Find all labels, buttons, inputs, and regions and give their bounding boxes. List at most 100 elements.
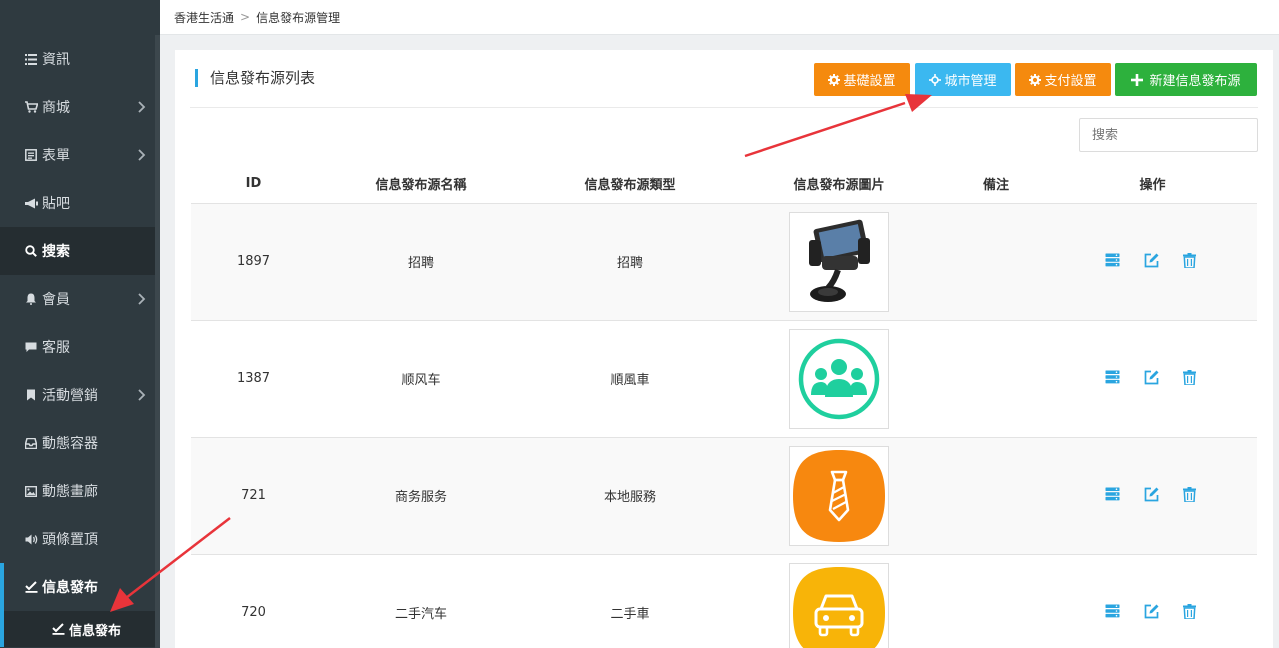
cell-note: [944, 320, 1048, 438]
sidebar-item-member[interactable]: 會員: [0, 275, 160, 323]
edit-icon[interactable]: [1144, 604, 1161, 621]
column-header-note: 備注: [944, 165, 1048, 204]
sidebar-item-search[interactable]: 搜索: [0, 227, 160, 275]
city-management-button[interactable]: 城市管理: [915, 63, 1011, 96]
sidebar-item-marketing[interactable]: 活動營銷: [0, 371, 160, 419]
basic-settings-label: 基礎設置: [843, 74, 896, 89]
cell-id: 1897: [191, 203, 316, 321]
cart-icon: [24, 100, 38, 114]
phone-holder-image[interactable]: [789, 211, 889, 312]
table-row: 720 二手汽车 二手車: [191, 554, 1257, 648]
sidebar-item-label: 搜索: [42, 244, 70, 260]
cell-note: [944, 554, 1048, 648]
cell-type: 二手車: [526, 554, 734, 648]
cell-id: 720: [191, 554, 316, 648]
chevron-right-icon: [138, 389, 148, 401]
crosshair-icon: [929, 73, 942, 86]
breadcrumb-separator: >: [240, 10, 251, 24]
column-header-name[interactable]: 信息發布源名稱: [316, 165, 526, 204]
server-icon[interactable]: [1105, 370, 1122, 387]
sidebar-item-label: 商城: [42, 100, 70, 116]
sidebar-item-label: 會員: [42, 292, 70, 308]
cell-note: [944, 437, 1048, 555]
sidebar-top: [0, 0, 160, 35]
cell-id: 721: [191, 437, 316, 555]
breadcrumb: 香港生活通 > 信息發布源管理: [160, 0, 1279, 35]
group-people-icon[interactable]: [789, 328, 889, 429]
chat-icon: [24, 340, 38, 354]
trash-icon[interactable]: [1183, 370, 1200, 387]
page-title: 信息發布源列表: [195, 69, 315, 87]
table-row: 721 商务服务 本地服務: [191, 437, 1257, 555]
plus-icon: [1131, 73, 1144, 86]
edit-icon[interactable]: [1144, 487, 1161, 504]
trash-icon[interactable]: [1183, 487, 1200, 504]
cell-type: 招聘: [526, 203, 734, 321]
sidebar-item-label: 動態容器: [42, 436, 98, 452]
basic-settings-button[interactable]: 基礎設置: [814, 63, 910, 96]
server-icon[interactable]: [1105, 604, 1122, 621]
sidebar-item-label: 活動營銷: [42, 388, 98, 404]
sidebar-item-service[interactable]: 客服: [0, 323, 160, 371]
sidebar-item-mall[interactable]: 商城: [0, 83, 160, 131]
server-icon[interactable]: [1105, 487, 1122, 504]
trash-icon[interactable]: [1183, 604, 1200, 621]
gear-icon: [1029, 73, 1042, 86]
panel-header: 信息發布源列表 基礎設置 城市管理 支付設置 新建信息發布源: [190, 50, 1258, 108]
sidebar-item-headline[interactable]: 頭條置頂: [0, 515, 160, 563]
sidebar-subitem-label: 信息發布: [69, 623, 122, 639]
cell-name: 商务服务: [316, 437, 526, 555]
edit-check-icon: [24, 580, 38, 594]
chevron-right-icon: [138, 101, 148, 113]
tie-icon[interactable]: [789, 445, 889, 546]
cell-name: 招聘: [316, 203, 526, 321]
payment-settings-button[interactable]: 支付設置: [1015, 63, 1111, 96]
cell-actions: [1048, 554, 1257, 648]
cell-actions: [1048, 320, 1257, 438]
cell-type: 順風車: [526, 320, 734, 438]
sidebar-item-label: 貼吧: [42, 196, 70, 212]
sidebar-item-gallery[interactable]: 動態畫廊: [0, 467, 160, 515]
sidebar-item-label: 頭條置頂: [42, 532, 98, 548]
sidebar-item-publish[interactable]: 信息發布: [0, 563, 160, 611]
sidebar: 資訊 商城 表單 貼吧 搜索 會員 客服 活動營銷 動態容器 動態畫廊 頭條置頂…: [0, 0, 160, 648]
column-header-actions: 操作: [1048, 165, 1257, 204]
sidebar-subitem-publish[interactable]: 信息發布: [0, 611, 160, 647]
cell-image: [734, 203, 944, 321]
edit-icon[interactable]: [1144, 370, 1161, 387]
chevron-right-icon: [138, 149, 148, 161]
cell-actions: [1048, 437, 1257, 555]
sidebar-item-label: 表單: [42, 148, 70, 164]
sidebar-item-forum[interactable]: 貼吧: [0, 179, 160, 227]
cell-actions: [1048, 203, 1257, 321]
sidebar-item-label: 客服: [42, 340, 70, 356]
bookmark-icon: [24, 388, 38, 402]
car-icon[interactable]: [789, 562, 889, 648]
sidebar-item-form[interactable]: 表單: [0, 131, 160, 179]
cell-note: [944, 203, 1048, 321]
breadcrumb-current: 信息發布源管理: [256, 10, 341, 25]
column-header-type[interactable]: 信息發布源類型: [526, 165, 734, 204]
edit-icon[interactable]: [1144, 253, 1161, 270]
gear-icon: [828, 73, 841, 86]
list-icon: [24, 52, 38, 66]
sidebar-item-news[interactable]: 資訊: [0, 35, 160, 83]
trash-icon[interactable]: [1183, 253, 1200, 270]
server-icon[interactable]: [1105, 253, 1122, 270]
search-input[interactable]: [1079, 118, 1258, 152]
source-table: ID 信息發布源名稱 信息發布源類型 信息發布源圖片 備注 操作 1897 招聘…: [191, 165, 1257, 648]
main-panel: 信息發布源列表 基礎設置 城市管理 支付設置 新建信息發布源 ID 信息發布源名…: [175, 50, 1273, 648]
column-header-id[interactable]: ID: [191, 165, 316, 204]
new-source-button[interactable]: 新建信息發布源: [1115, 63, 1257, 96]
sidebar-item-container[interactable]: 動態容器: [0, 419, 160, 467]
table-header-row: ID 信息發布源名稱 信息發布源類型 信息發布源圖片 備注 操作: [191, 165, 1257, 204]
cell-type: 本地服務: [526, 437, 734, 555]
cell-name: 二手汽车: [316, 554, 526, 648]
table-row: 1897 招聘 招聘: [191, 203, 1257, 321]
sidebar-item-label: 動態畫廊: [42, 484, 98, 500]
bell-icon: [24, 292, 38, 306]
cell-name: 顺风车: [316, 320, 526, 438]
chevron-right-icon: [138, 293, 148, 305]
breadcrumb-root[interactable]: 香港生活通: [174, 9, 234, 26]
sidebar-scroll-track: [155, 35, 160, 648]
